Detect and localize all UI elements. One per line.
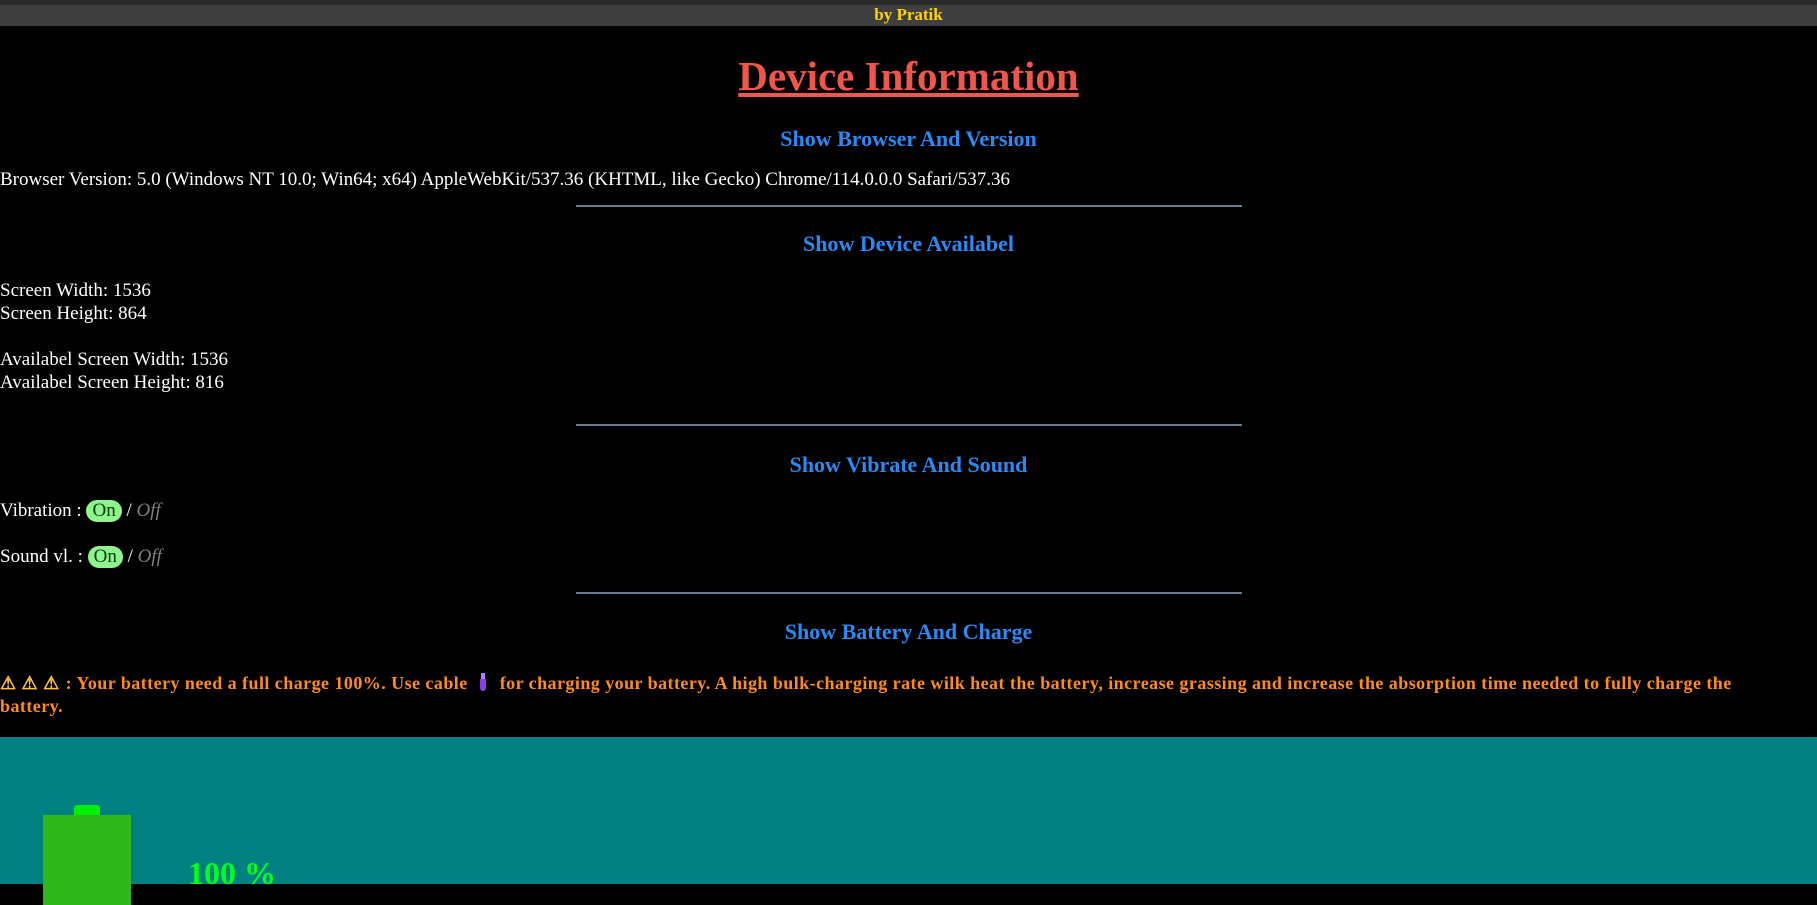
vibration-off-toggle[interactable]: Off xyxy=(136,500,160,521)
battery-cap xyxy=(74,805,100,815)
sound-row: Sound vl. : On / Off xyxy=(0,544,1817,570)
show-vibrate-button[interactable]: Show Vibrate And Sound xyxy=(0,452,1817,478)
vibration-label: Vibration : xyxy=(0,500,82,521)
warning-text-1: : Your battery need a full charge 100%. … xyxy=(65,673,468,693)
vibration-row: Vibration : On / Off xyxy=(0,498,1817,524)
divider xyxy=(575,205,1242,207)
browser-section: Show Browser And Version Browser Version… xyxy=(0,126,1817,191)
warning-text-3: battery. xyxy=(0,696,64,716)
battery-percentage: 100 % xyxy=(188,855,276,891)
sound-label: Sound vl. : xyxy=(0,546,83,567)
vibration-on-toggle[interactable]: On xyxy=(86,500,122,522)
device-section: Show Device Availabel Screen Width: 1536… xyxy=(0,231,1817,394)
sound-on-toggle[interactable]: On xyxy=(87,546,123,568)
top-bar: by Pratik xyxy=(0,0,1817,26)
divider xyxy=(575,424,1242,426)
plug-icon xyxy=(478,673,488,691)
browser-version-text: Browser Version: 5.0 (Windows NT 10.0; W… xyxy=(0,169,1010,190)
battery-warning: ⚠ ⚠ ⚠: Your battery need a full charge 1… xyxy=(0,672,1817,695)
avail-height-text: Availabel Screen Height: 816 xyxy=(0,372,224,393)
avail-width-text: Availabel Screen Width: 1536 xyxy=(0,349,229,370)
show-browser-button[interactable]: Show Browser And Version xyxy=(0,126,1817,152)
separator: / xyxy=(127,546,133,567)
battery-icon xyxy=(43,815,131,905)
battery-panel: 100 % xyxy=(0,737,1817,905)
warning-triangle-icon: ⚠ ⚠ ⚠ xyxy=(0,673,60,693)
battery-section: Show Battery And Charge ⚠ ⚠ ⚠: Your batt… xyxy=(0,619,1817,718)
byline: by Pratik xyxy=(874,5,943,24)
warning-text-2: for charging your battery. A high bulk-c… xyxy=(499,673,1732,693)
separator: / xyxy=(126,500,132,521)
screen-height-text: Screen Height: 864 xyxy=(0,303,147,324)
sound-off-toggle[interactable]: Off xyxy=(138,546,162,567)
divider xyxy=(575,592,1242,594)
show-battery-button[interactable]: Show Battery And Charge xyxy=(0,619,1817,645)
screen-width-text: Screen Width: 1536 xyxy=(0,280,151,301)
show-device-button[interactable]: Show Device Availabel xyxy=(0,231,1817,257)
page-title: Device Information xyxy=(738,53,1079,99)
vibrate-section: Show Vibrate And Sound Vibration : On / … xyxy=(0,452,1817,570)
